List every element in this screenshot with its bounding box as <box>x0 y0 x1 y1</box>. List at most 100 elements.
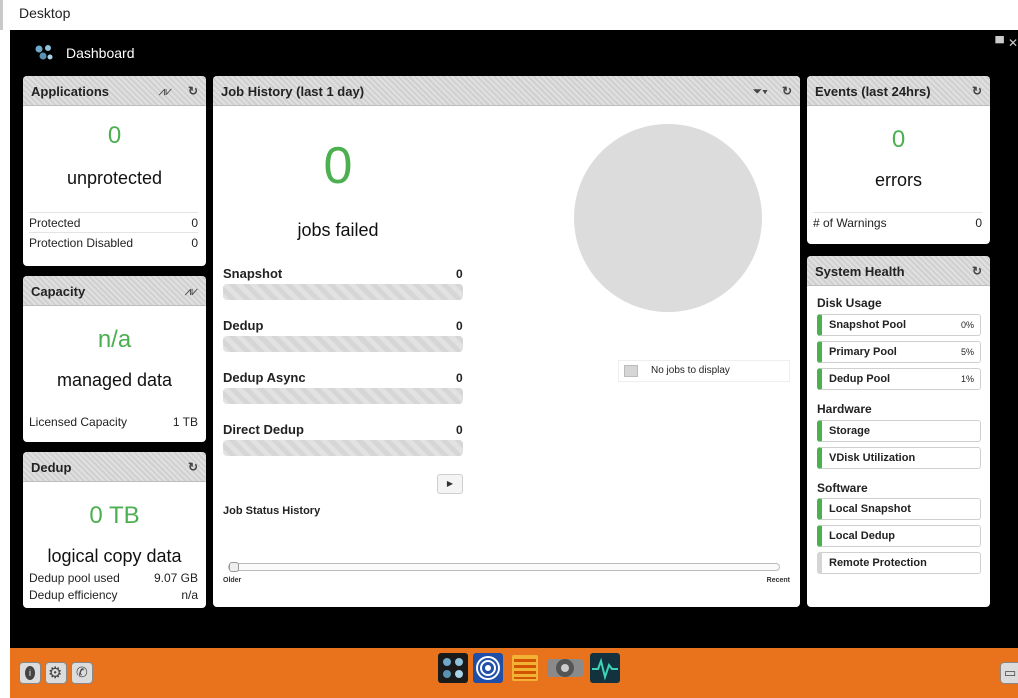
applications-header: Applications ⩘⩗ ↻ <box>23 76 206 106</box>
primary-pool-label: Primary Pool <box>829 346 897 358</box>
disk-usage-heading: Disk Usage <box>817 296 882 310</box>
timeline-recent-label: Recent <box>766 577 790 584</box>
gear-icon: ⚙ <box>48 665 63 682</box>
warnings-label: # of Warnings <box>813 216 887 230</box>
local-snapshot-label: Local Snapshot <box>829 503 911 515</box>
primary-pool-item[interactable]: Primary Pool 5% <box>817 341 981 363</box>
refresh-icon[interactable]: ↻ <box>972 264 982 278</box>
local-dedup-item[interactable]: Local Dedup <box>817 525 981 547</box>
filter-icon[interactable]: ⏷▾ <box>753 84 768 99</box>
job-label-dedup: Dedup <box>223 318 264 333</box>
dedup-efficiency-row: Dedup efficiency n/a <box>29 585 198 605</box>
desktop-label: Desktop <box>19 5 71 21</box>
taskbar: i ⚙ ✆ ▭ <box>10 648 1018 698</box>
applications-panel: Applications ⩘⩗ ↻ 0 unprotected Protecte… <box>23 76 206 266</box>
refresh-icon[interactable]: ↻ <box>972 84 982 98</box>
licensed-capacity-label: Licensed Capacity <box>29 415 128 429</box>
applications-title: Applications <box>31 84 110 99</box>
capacity-panel: Capacity ⩘⩗ n/a managed data Licensed Ca… <box>23 276 206 442</box>
remote-protection-item[interactable]: Remote Protection <box>817 552 981 574</box>
snapshot-pool-label: Snapshot Pool <box>829 319 906 331</box>
software-heading: Software <box>817 481 868 495</box>
dedup-title: Dedup <box>31 460 72 475</box>
dedup-value-label: logical copy data <box>47 546 182 566</box>
events-title: Events (last 24hrs) <box>815 84 931 99</box>
warnings-value: 0 <box>975 216 982 230</box>
dedup-pool-item[interactable]: Dedup Pool 1% <box>817 368 981 390</box>
dedup-pool-used-value: 9.07 GB <box>153 571 198 585</box>
job-bar-dedup <box>223 336 463 352</box>
job-label-dedup-async: Dedup Async <box>223 370 306 385</box>
jobs-failed-label: jobs failed <box>297 220 379 240</box>
timeline-handle[interactable] <box>229 562 239 572</box>
dedup-value: 0 TB <box>89 502 140 529</box>
job-value-dedup: 0 <box>456 319 463 333</box>
monitor-dock-icon[interactable] <box>590 653 620 683</box>
job-status-history-label: Job Status History <box>223 505 321 517</box>
info-icon: i <box>25 666 35 680</box>
local-snapshot-item[interactable]: Local Snapshot <box>817 498 981 520</box>
storage-label: Storage <box>829 425 870 437</box>
job-history-header: Job History (last 1 day) ⏷▾ ↻ <box>213 76 800 106</box>
vdisk-utilization-label: VDisk Utilization <box>829 452 916 464</box>
desktop-bar: Desktop <box>0 0 1018 30</box>
timeline-slider[interactable] <box>228 562 780 572</box>
vdisk-utilization-item[interactable]: VDisk Utilization <box>817 447 981 469</box>
job-label-direct-dedup: Direct Dedup <box>223 422 304 437</box>
errors-count: 0 <box>891 126 906 153</box>
unprotected-count: 0 <box>107 122 122 149</box>
capacity-value: n/a <box>97 326 132 353</box>
chart-icon[interactable]: ⩘⩗ <box>184 284 198 299</box>
capacity-value-label: managed data <box>56 370 173 390</box>
storage-stack-dock-icon[interactable] <box>510 653 540 683</box>
book-icon: ▭ <box>1004 665 1017 680</box>
help-button[interactable]: ▭ <box>1000 662 1018 684</box>
window-controls: ▀ ✕ <box>991 36 1018 50</box>
expand-button[interactable]: ▶ <box>437 474 463 494</box>
info-button[interactable]: i <box>19 662 41 684</box>
system-health-header: System Health ↻ <box>807 256 990 286</box>
job-bar-dedup-async <box>223 388 463 404</box>
gear-dock-icon[interactable] <box>547 653 583 683</box>
warnings-row: # of Warnings 0 <box>813 212 982 232</box>
events-header: Events (last 24hrs) ↻ <box>807 76 990 106</box>
hardware-heading: Hardware <box>817 402 872 416</box>
protected-label: Protected <box>29 216 81 230</box>
job-history-title: Job History (last 1 day) <box>221 84 365 99</box>
support-button[interactable]: ✆ <box>71 662 93 684</box>
system-health-title: System Health <box>815 264 905 279</box>
errors-label: errors <box>874 170 922 190</box>
phone-icon: ✆ <box>76 664 88 680</box>
app-title: Dashboard <box>66 45 135 61</box>
dashboard-dock-icon[interactable] <box>438 653 468 683</box>
refresh-icon[interactable]: ↻ <box>782 84 792 98</box>
settings-button[interactable]: ⚙ <box>45 662 67 684</box>
capacity-header: Capacity ⩘⩗ <box>23 276 206 306</box>
capacity-title: Capacity <box>31 284 86 299</box>
job-value-dedup-async: 0 <box>456 371 463 385</box>
job-value-direct-dedup: 0 <box>456 423 463 437</box>
app-title-bar: Dashboard ▀ ✕ <box>10 30 1018 72</box>
dedup-header: Dedup ↻ <box>23 452 206 482</box>
minimize-icon[interactable]: ▀ <box>995 36 1004 50</box>
local-dedup-label: Local Dedup <box>829 530 896 542</box>
job-value-snapshot: 0 <box>456 267 463 281</box>
system-health-panel: System Health ↻ Disk Usage Snapshot Pool… <box>807 256 990 607</box>
legend-swatch <box>624 365 638 377</box>
protected-value: 0 <box>191 216 198 230</box>
refresh-icon[interactable]: ↻ <box>188 84 198 98</box>
close-icon[interactable]: ✕ <box>1008 36 1018 50</box>
target-dock-icon[interactable] <box>473 653 503 683</box>
timeline-older-label: Older <box>223 577 242 584</box>
snapshot-pool-item[interactable]: Snapshot Pool 0% <box>817 314 981 336</box>
remote-protection-label: Remote Protection <box>829 557 927 569</box>
chart-icon[interactable]: ⩘⩗ <box>158 84 172 99</box>
refresh-icon[interactable]: ↻ <box>188 460 198 474</box>
job-pie-chart <box>574 124 762 312</box>
protection-disabled-row: Protection Disabled 0 <box>29 232 198 252</box>
snapshot-pool-value: 0% <box>960 320 974 330</box>
dedup-efficiency-label: Dedup efficiency <box>29 588 118 602</box>
storage-item[interactable]: Storage <box>817 420 981 442</box>
dashboard-window: Dashboard ▀ ✕ Applications ⩘⩗ ↻ 0 unprote… <box>10 30 1018 698</box>
dedup-pool-value: 1% <box>960 374 974 384</box>
